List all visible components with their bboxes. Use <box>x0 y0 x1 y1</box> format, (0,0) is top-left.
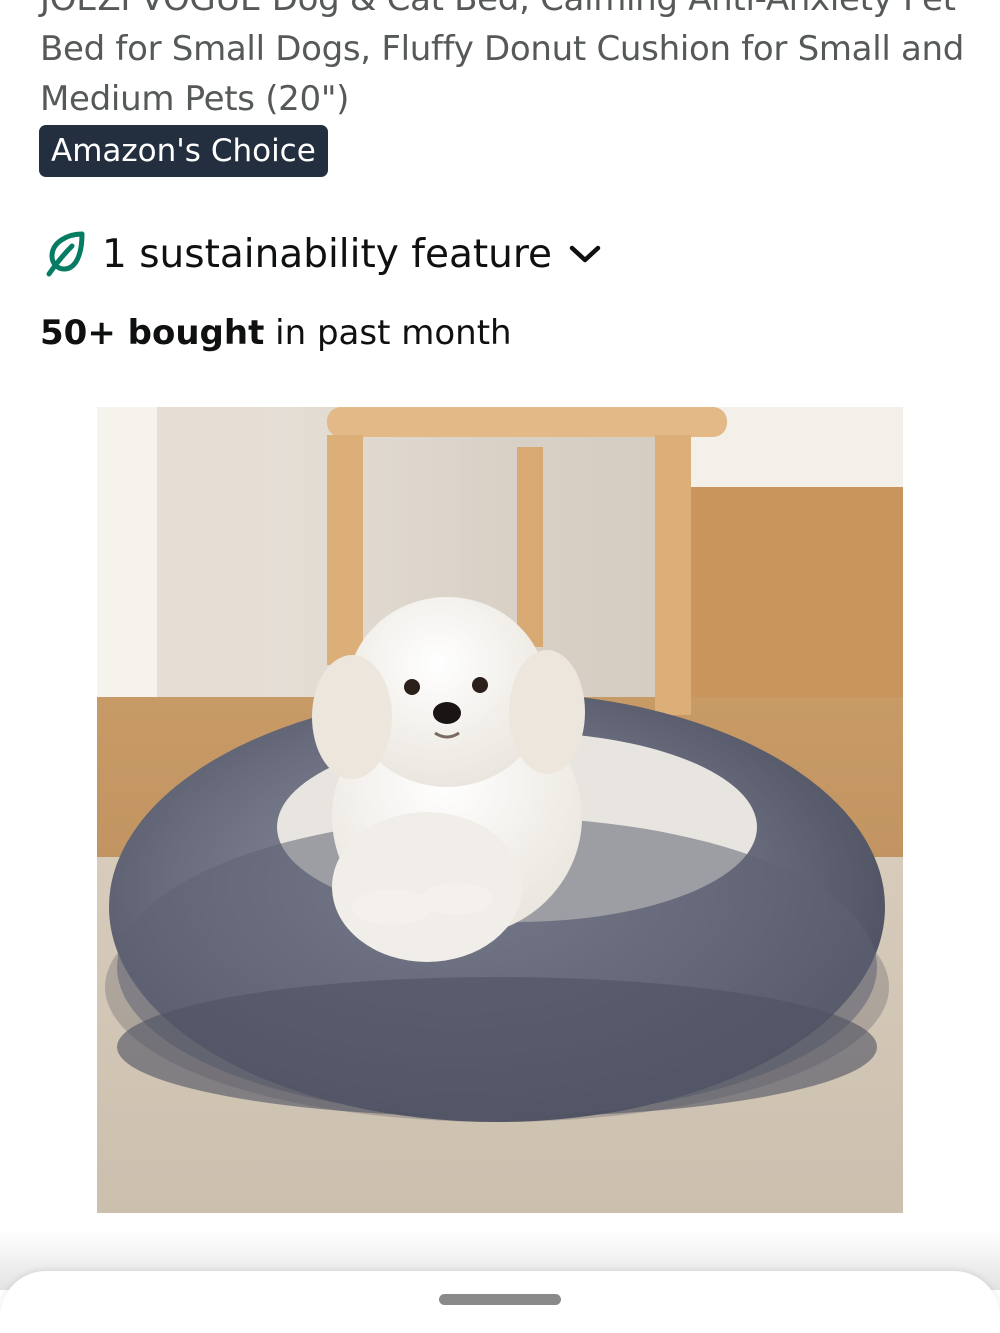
product-title-line: Medium Pets (20") <box>40 79 350 119</box>
bought-in-past-month: 50+ bought in past month <box>40 308 512 358</box>
bottom-sheet[interactable] <box>0 1271 1000 1333</box>
product-title-line: JOEZI VOGUE Dog & Cat Bed, Calming Anti-… <box>40 0 980 24</box>
sustainability-label: 1 sustainability feature <box>102 231 553 277</box>
product-title-line: Bed for Small Dogs, Fluffy Donut Cushion… <box>40 29 965 69</box>
sustainability-feature-toggle[interactable]: 1 sustainability feature <box>44 224 602 284</box>
amazons-choice-badge[interactable]: Amazon's Choice <box>39 125 328 177</box>
bought-count: 50+ bought <box>40 313 265 353</box>
product-image[interactable] <box>97 407 903 1213</box>
chevron-down-icon <box>569 245 601 263</box>
drag-handle[interactable] <box>439 1294 561 1305</box>
product-page: JOEZI VOGUE Dog & Cat Bed, Calming Anti-… <box>0 0 1000 1333</box>
leaf-icon <box>46 231 85 277</box>
product-title[interactable]: JOEZI VOGUE Dog & Cat Bed, Calming Anti-… <box>40 0 980 124</box>
bought-suffix: in past month <box>264 313 512 353</box>
